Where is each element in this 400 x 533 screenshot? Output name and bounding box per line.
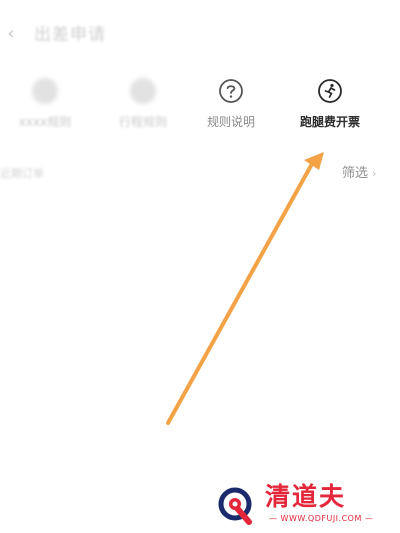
watermark-brand: 清道夫 bbox=[265, 482, 347, 511]
watermark-url: — WWW.QDFUJI.COM — bbox=[269, 514, 374, 523]
annotation-arrow bbox=[166, 152, 324, 425]
watermark-logo bbox=[218, 487, 252, 525]
watermark: 清道夫 — WWW.QDFUJI.COM — bbox=[215, 482, 390, 528]
arrow-head bbox=[304, 152, 324, 170]
